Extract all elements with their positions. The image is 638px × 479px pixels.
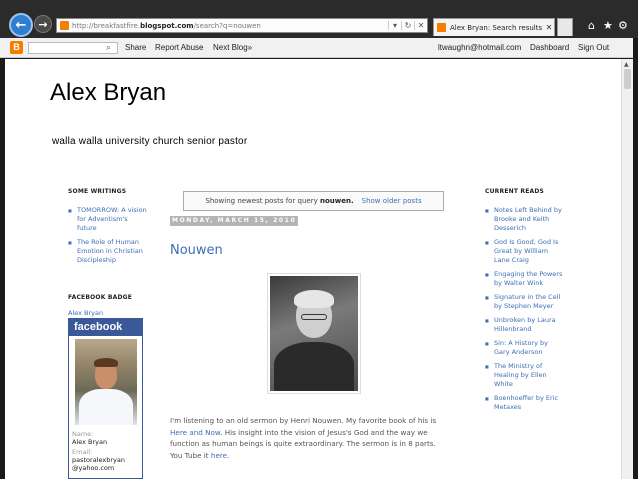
- facebook-badge[interactable]: facebook Name: Alex Bryan Email: pastora…: [68, 318, 143, 479]
- facebook-profile-link[interactable]: Alex Bryan: [68, 309, 103, 317]
- stop-icon[interactable]: ✕: [414, 21, 427, 30]
- read-item[interactable]: Signature in the Cell by Stephen Meyer: [485, 293, 563, 311]
- blogger-logo-icon[interactable]: B: [10, 41, 23, 54]
- facebook-logo: facebook: [69, 319, 142, 336]
- profile-photo: [75, 339, 137, 425]
- read-item[interactable]: Boenhoeffer by Eric Metaxes: [485, 394, 563, 412]
- facebook-badge-heading: FACEBOOK BADGE: [68, 294, 133, 301]
- tools-gear-icon[interactable]: ⚙: [618, 19, 628, 32]
- new-tab-button[interactable]: [557, 18, 573, 36]
- post-date-header: MONDAY, MARCH 15, 2010: [170, 216, 298, 226]
- email-value: pastoralexbryan: [72, 456, 125, 464]
- next-blog-link[interactable]: Next Blog»: [213, 43, 252, 52]
- browser-toolbar: ← → http://breakfastfire.blogspot.com/se…: [0, 0, 638, 38]
- user-email: ltwaughn@hotmail.com: [438, 43, 522, 52]
- read-item[interactable]: Notes Left Behind by Brooke and Keith De…: [485, 206, 563, 233]
- writings-heading: SOME WRITINGS: [68, 188, 127, 195]
- current-reads-heading: CURRENT READS: [485, 188, 545, 195]
- read-item[interactable]: Sin: A History by Gary Anderson: [485, 339, 563, 357]
- address-dropdown-icon[interactable]: ▾: [388, 21, 401, 30]
- writing-link[interactable]: The Role of Human Emotion in Christian D…: [68, 238, 148, 265]
- read-item[interactable]: Unbroken by Laura Hillenbrand: [485, 316, 563, 334]
- email-value: @yahoo.com: [72, 464, 115, 472]
- writings-list: TOMORROW: A vision for Adventism's futur…: [68, 206, 148, 270]
- address-url[interactable]: http://breakfastfire.blogspot.com/search…: [72, 22, 388, 30]
- close-tab-icon[interactable]: ✕: [544, 23, 554, 32]
- tab-title: Alex Bryan: Search results for ...: [450, 23, 544, 32]
- search-icon[interactable]: ⌕: [106, 42, 111, 53]
- scroll-up-icon[interactable]: ▲: [624, 61, 629, 68]
- read-item[interactable]: The Ministry of Healing by Ellen White: [485, 362, 563, 389]
- current-reads-list: Notes Left Behind by Brooke and Keith De…: [485, 206, 563, 417]
- show-older-posts-link[interactable]: Show older posts: [362, 197, 422, 205]
- refresh-icon[interactable]: ↻: [401, 21, 414, 30]
- email-label: Email:: [72, 448, 93, 456]
- window-edge: [633, 38, 638, 479]
- back-arrow-icon: ←: [15, 17, 27, 33]
- query-prefix: Showing newest posts for query: [205, 197, 318, 205]
- blog-description: walla walla university church senior pas…: [52, 136, 248, 147]
- report-abuse-link[interactable]: Report Abuse: [155, 43, 203, 52]
- search-results-banner: Showing newest posts for query nouwen. S…: [183, 191, 444, 211]
- here-link[interactable]: here: [211, 451, 227, 460]
- forward-button[interactable]: →: [34, 15, 52, 33]
- blog-page: Alex Bryan walla walla university church…: [5, 59, 621, 479]
- blog-search-input[interactable]: [28, 42, 118, 54]
- here-and-now-link[interactable]: Here and Now: [170, 428, 220, 437]
- home-icon[interactable]: ⌂: [588, 19, 595, 32]
- favorites-star-icon[interactable]: ★: [603, 19, 613, 32]
- blog-title[interactable]: Alex Bryan: [50, 79, 166, 107]
- tab-favicon-icon: [437, 23, 446, 32]
- writing-link[interactable]: TOMORROW: A vision for Adventism's futur…: [68, 206, 148, 233]
- post-photo[interactable]: [267, 273, 361, 394]
- tab-alex-bryan[interactable]: Alex Bryan: Search results for ... ✕: [433, 18, 555, 36]
- post-title[interactable]: Nouwen: [170, 243, 223, 258]
- sign-out-link[interactable]: Sign Out: [578, 43, 609, 52]
- read-item[interactable]: God Is Good, God Is Great by William Lan…: [485, 238, 563, 265]
- address-bar[interactable]: http://breakfastfire.blogspot.com/search…: [56, 18, 428, 33]
- blogger-favicon-icon: [60, 21, 69, 30]
- share-link[interactable]: Share: [125, 43, 146, 52]
- dashboard-link[interactable]: Dashboard: [530, 43, 569, 52]
- name-value: Alex Bryan: [72, 438, 108, 446]
- read-item[interactable]: Engaging the Powers by Walter Wink: [485, 270, 563, 288]
- page-scrollbar[interactable]: ▲: [621, 59, 633, 479]
- post-body: I'm listening to an old sermon by Henri …: [170, 416, 437, 460]
- back-button[interactable]: ←: [9, 13, 33, 37]
- scrollbar-thumb[interactable]: [624, 69, 631, 89]
- query-term: nouwen.: [320, 197, 354, 205]
- forward-arrow-icon: →: [38, 17, 48, 31]
- name-label: Name:: [72, 430, 94, 438]
- blogger-navbar: B ⌕ Share Report Abuse Next Blog» ltwaug…: [0, 38, 638, 58]
